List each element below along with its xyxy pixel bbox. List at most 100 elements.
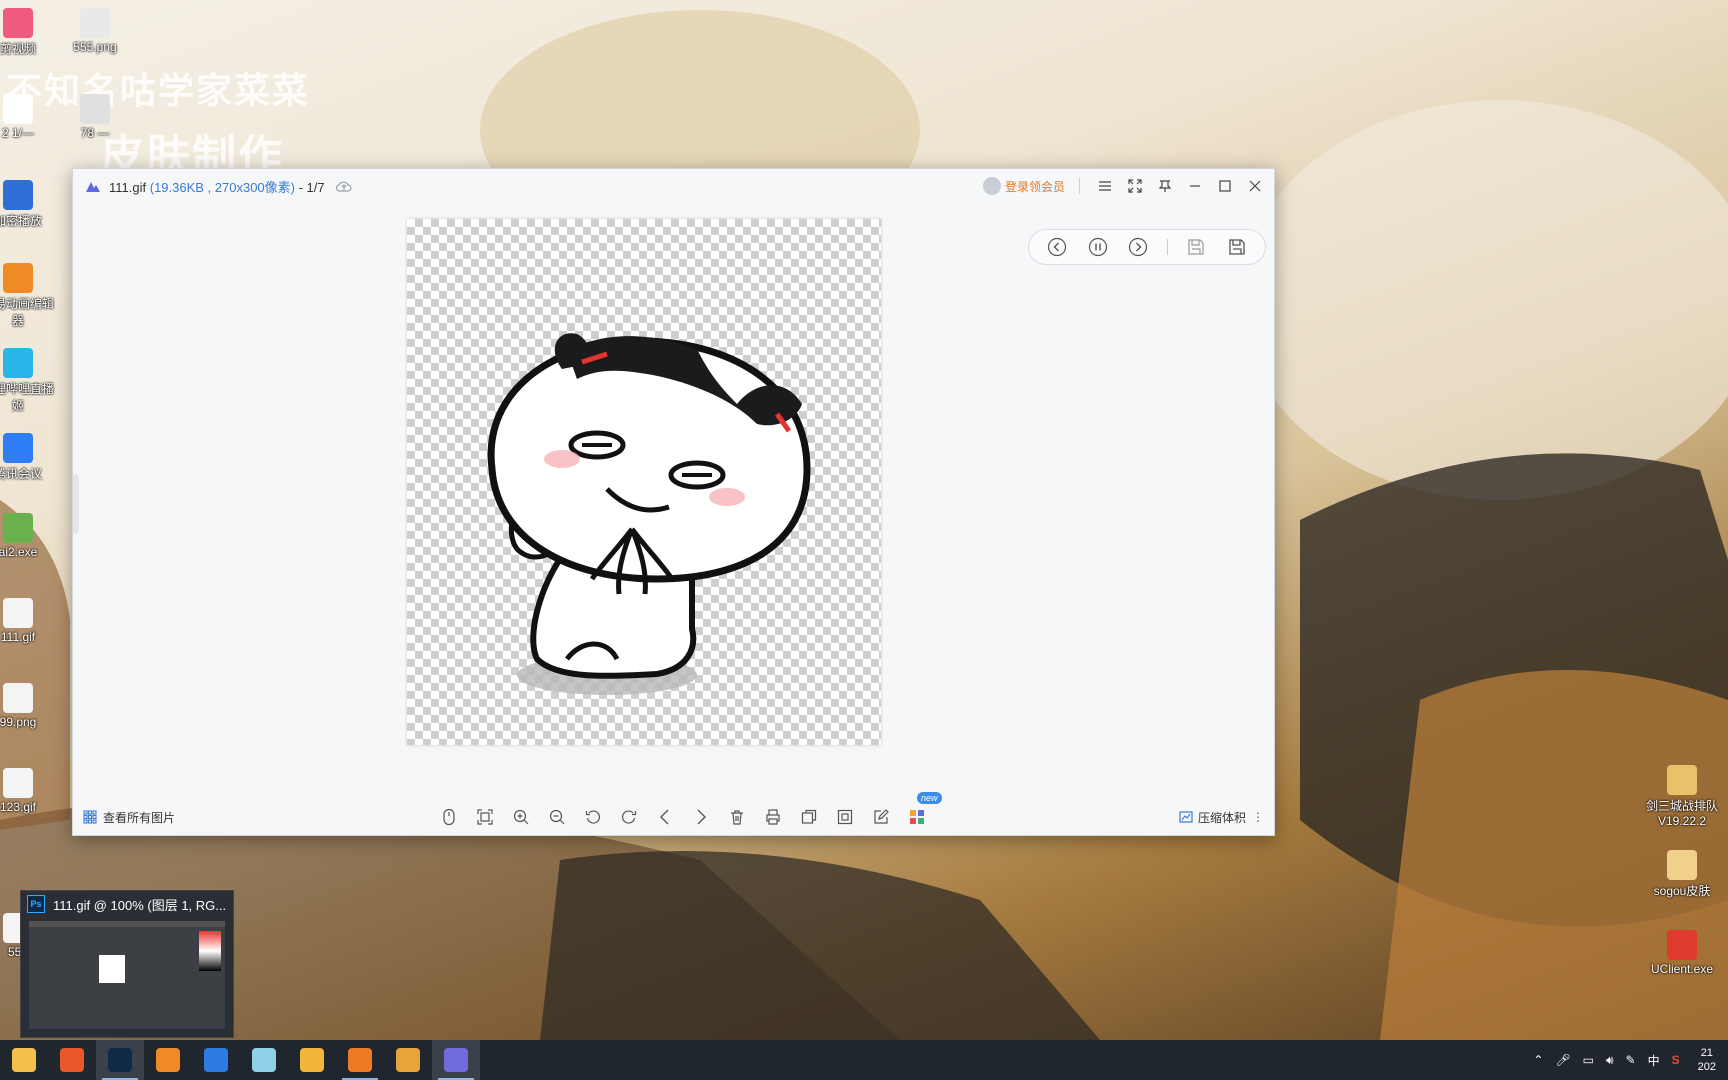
sogou-icon[interactable]: S [1672, 1053, 1680, 1067]
preview-title-bar: Ps 111.gif @ 100% (图层 1, RG... [21, 891, 233, 917]
image-viewer-icon [444, 1048, 468, 1072]
desktop-icon[interactable]: 加密播放 [0, 180, 58, 229]
title-bar: 111.gif (19.36KB , 270x300像素) - 1/7 登录领会… [73, 169, 1274, 203]
network-icon[interactable]: ▭ [1583, 1053, 1594, 1067]
menu-icon[interactable] [1090, 171, 1120, 201]
file-name: 111.gif [109, 179, 147, 195]
microphone-icon[interactable]: 🎤︎ [1555, 1053, 1570, 1067]
pin-icon[interactable] [1150, 171, 1180, 201]
previous-image-icon[interactable] [647, 802, 683, 832]
compress-button[interactable]: 压缩体积 ⋮ [1179, 809, 1264, 826]
desktop-icon-image [3, 513, 33, 543]
taskbar-app-photoshop[interactable] [96, 1040, 144, 1080]
minimize-button[interactable] [1180, 171, 1210, 201]
desktop-icon-label: 111.gif [0, 630, 36, 644]
print-icon[interactable] [755, 802, 791, 832]
file-explorer-icon [12, 1048, 36, 1072]
taskbar-app-image-viewer[interactable] [432, 1040, 480, 1080]
vip-login-button[interactable]: 登录领会员 [982, 177, 1065, 195]
clock[interactable]: 21 202 [1692, 1046, 1722, 1074]
desktop-icon-label: sogou皮肤 [1653, 884, 1711, 898]
sogou-browser-icon [204, 1048, 228, 1072]
crop-icon[interactable] [827, 802, 863, 832]
desktop-icon[interactable]: 2 1/— [0, 94, 58, 140]
more-options-icon[interactable]: ⋮ [1252, 810, 1264, 824]
app-logo-icon [86, 182, 100, 192]
taskbar: ⌃ 🎤︎ ▭ 🔊︎ ✎ 中 S 21 202 [0, 1040, 1728, 1080]
taskbar-app-file-explorer[interactable] [0, 1040, 48, 1080]
desktop-icon-image [3, 683, 33, 713]
next-frame-button[interactable] [1126, 235, 1150, 259]
rotate-right-icon[interactable] [611, 802, 647, 832]
desktop-icon[interactable]: 网易动画编辑器 [0, 263, 58, 329]
edit-icon[interactable] [863, 802, 899, 832]
desktop-icon[interactable]: 腾讯会议 [0, 433, 58, 482]
taskbar-app-ssp-tool[interactable] [288, 1040, 336, 1080]
desktop-icon-label: 78 — [80, 126, 110, 140]
taskbar-app-settings-tool[interactable] [384, 1040, 432, 1080]
vip-label: 登录领会员 [1004, 179, 1065, 194]
rotate-left-icon[interactable] [575, 802, 611, 832]
previous-frame-button[interactable] [1045, 235, 1069, 259]
desktop-icon-image [3, 598, 33, 628]
close-button[interactable] [1240, 171, 1270, 201]
bottom-toolbar: 查看所有图片 new 压缩体积 ⋮ [73, 792, 1274, 835]
desktop-icon-image [3, 263, 33, 293]
playback-controls [1028, 229, 1266, 265]
desktop-icon[interactable]: 111.gif [0, 598, 58, 644]
taskbar-app-game-launcher[interactable] [144, 1040, 192, 1080]
taskbar-app-browser[interactable] [48, 1040, 96, 1080]
image-canvas[interactable] [407, 219, 881, 745]
pause-button[interactable] [1086, 235, 1110, 259]
zoom-out-icon[interactable] [539, 802, 575, 832]
fit-window-icon[interactable] [467, 802, 503, 832]
apps-icon[interactable]: new [899, 792, 942, 832]
cloud-upload-icon[interactable] [335, 179, 353, 193]
maximize-button[interactable] [1210, 171, 1240, 201]
grid-icon [83, 810, 97, 824]
tray-expand-icon[interactable]: ⌃ [1533, 1053, 1543, 1067]
desktop-icon[interactable]: UClient.exe [1640, 930, 1724, 976]
desktop-icon-image [3, 94, 33, 124]
copy-image-icon[interactable] [791, 802, 827, 832]
fullscreen-icon[interactable] [1120, 171, 1150, 201]
desktop-icon[interactable]: 123.gif [0, 768, 58, 814]
title-separator [1079, 178, 1080, 194]
game-launcher-icon [156, 1048, 180, 1072]
save-frame-icon[interactable] [1184, 235, 1208, 259]
clock-time: 21 [1700, 1047, 1713, 1059]
desktop-icon-label: 123.gif [0, 800, 37, 814]
desktop-icon[interactable]: 555.png [55, 8, 135, 54]
desktop-icon-image [80, 8, 110, 38]
save-all-frames-icon[interactable] [1225, 235, 1249, 259]
desktop-icon-image [3, 433, 33, 463]
side-panel-handle[interactable] [73, 474, 79, 534]
desktop-icon[interactable]: 剪视频 [0, 8, 58, 57]
desktop-icon[interactable]: sogou皮肤 [1640, 850, 1724, 899]
zoom-in-icon[interactable] [503, 802, 539, 832]
file-meta: (19.36KB , 270x300像素) [149, 179, 295, 195]
desktop-icon[interactable]: ai2.exe [0, 513, 58, 559]
desktop-icon-image [1667, 765, 1697, 795]
clock-date: 202 [1697, 1061, 1716, 1073]
taskbar-preview[interactable]: Ps 111.gif @ 100% (图层 1, RG... [20, 890, 234, 1038]
volume-icon[interactable]: 🔊︎ [1606, 1053, 1614, 1068]
delete-icon[interactable] [719, 802, 755, 832]
mouse-mode-icon[interactable] [431, 802, 467, 832]
preview-title: 111.gif @ 100% (图层 1, RG... [53, 897, 227, 913]
image-tools: new [431, 792, 942, 832]
pen-icon[interactable]: ✎ [1626, 1053, 1636, 1067]
next-image-icon[interactable] [683, 802, 719, 832]
desktop-icon-label: UClient.exe [1650, 962, 1714, 976]
desktop-icon[interactable]: 哔哩哔哩直播姬 [0, 348, 58, 414]
desktop-icon[interactable]: 78 — [55, 94, 135, 140]
taskbar-app-app-orange[interactable] [336, 1040, 384, 1080]
desktop-icon[interactable]: 剑三城战排队V19.22.2 [1640, 765, 1724, 828]
taskbar-app-editor[interactable] [240, 1040, 288, 1080]
avatar [982, 177, 1001, 195]
ime-indicator[interactable]: 中 [1648, 1052, 1660, 1069]
taskbar-app-sogou-browser[interactable] [192, 1040, 240, 1080]
desktop-icon[interactable]: 99.png [0, 683, 58, 729]
desktop-icon-label: 哔哩哔哩直播姬 [0, 382, 54, 413]
view-all-images-button[interactable]: 查看所有图片 [83, 809, 175, 826]
